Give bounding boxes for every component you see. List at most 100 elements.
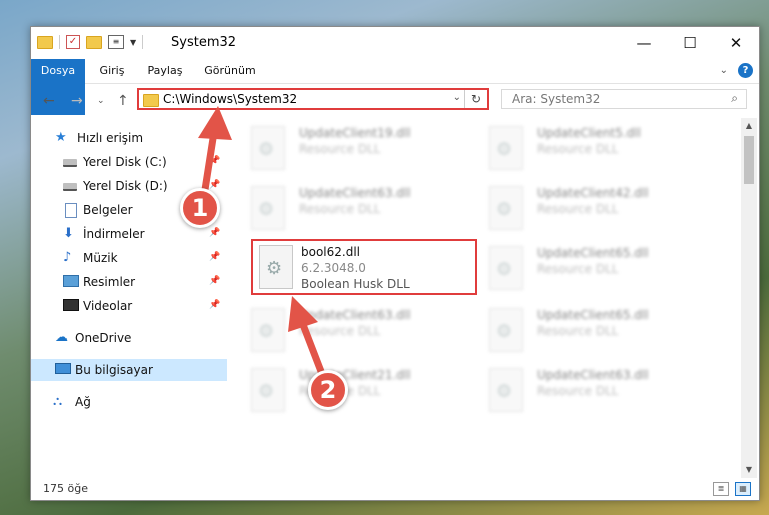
sidebar-item-label: İndirmeler — [83, 227, 145, 241]
ribbon-tabs: Dosya Giriş Paylaş Görünüm ⌄ ? — [31, 59, 759, 115]
sidebar-item-quick-access[interactable]: ★ Hızlı erişim — [31, 127, 227, 149]
address-path[interactable]: C:\Windows\System32 — [163, 92, 297, 106]
folder-icon[interactable] — [37, 35, 53, 49]
file-type: Resource DLL — [299, 142, 381, 156]
sidebar-item-label: Yerel Disk (C:) — [83, 155, 167, 169]
address-dropdown-icon[interactable]: ⌄ — [453, 92, 461, 103]
cloud-icon: ☁ — [55, 330, 68, 345]
callout-badge-2: 2 — [308, 370, 348, 410]
dll-file-icon: ⚙ — [489, 126, 523, 170]
explorer-window: ✓ ≡ ▼ System32 — ☐ ✕ Dosya Giriş Paylaş … — [30, 26, 760, 501]
list-item[interactable]: ⚙ UpdateClient65.dll Resource DLL — [475, 302, 695, 358]
pin-icon: 📌 — [209, 276, 221, 286]
file-type: Resource DLL — [537, 324, 619, 338]
list-item[interactable]: ⚙ UpdateClient63.dll Resource DLL — [237, 302, 457, 358]
back-arrow-icon[interactable]: ← — [43, 93, 55, 109]
sidebar-item-label: Belgeler — [83, 203, 133, 217]
disk-icon — [63, 183, 77, 191]
new-folder-icon[interactable] — [86, 35, 102, 49]
forward-arrow-icon[interactable]: → — [71, 93, 83, 109]
file-type: Resource DLL — [299, 202, 381, 216]
list-item[interactable]: ⚙ UpdateClient65.dll Resource DLL — [475, 240, 695, 296]
file-name: UpdateClient42.dll — [537, 186, 649, 200]
customize-toolbar-arrow-icon[interactable]: ▼ — [130, 38, 136, 47]
dll-file-icon: ⚙ — [489, 368, 523, 412]
quick-access-toolbar: ✓ ≡ ▼ — [37, 35, 144, 49]
folder-icon — [143, 94, 159, 107]
file-name: UpdateClient63.dll — [299, 186, 411, 200]
details-view-icon[interactable]: ≣ — [713, 482, 729, 496]
disk-icon — [63, 159, 77, 167]
download-icon: ⬇ — [63, 226, 74, 241]
star-icon: ★ — [55, 130, 67, 145]
sidebar-item-label: Hızlı erişim — [77, 131, 144, 145]
file-name: UpdateClient63.dll — [299, 308, 411, 322]
sidebar-item-this-pc[interactable]: Bu bilgisayar — [31, 359, 227, 381]
scroll-up-arrow-icon[interactable]: ▲ — [741, 118, 757, 134]
recent-locations-chevron-icon[interactable]: ⌄ — [97, 96, 105, 106]
sidebar-item-label: Videolar — [83, 299, 133, 313]
file-name: UpdateClient65.dll — [537, 308, 649, 322]
sidebar-item-label: OneDrive — [75, 331, 132, 345]
navigation-bar: ← → ⌄ ↑ C:\Windows\System32 ⌄ ↻ Ara: Sys… — [31, 84, 759, 118]
file-name: UpdateClient5.dll — [537, 126, 641, 140]
vertical-scrollbar[interactable]: ▲ ▼ — [741, 118, 757, 478]
sidebar-item-label: Resimler — [83, 275, 136, 289]
scrollbar-thumb[interactable] — [744, 136, 754, 184]
sidebar-item-onedrive[interactable]: ☁ OneDrive — [31, 327, 227, 349]
search-icon[interactable]: ⌕ — [731, 91, 738, 106]
sidebar-item-network[interactable]: ⛬ Ağ — [31, 391, 227, 413]
callout-badge-1: 1 — [180, 188, 220, 228]
file-type: Resource DLL — [537, 142, 619, 156]
sidebar-item-pictures[interactable]: Resimler 📌 — [31, 271, 227, 293]
rename-icon[interactable]: ≡ — [108, 35, 124, 49]
list-item[interactable]: ⚙ UpdateClient19.dll Resource DLL — [237, 120, 457, 176]
file-type: Resource DLL — [537, 262, 619, 276]
help-icon[interactable]: ? — [738, 63, 753, 78]
sidebar-item-local-disk-c[interactable]: Yerel Disk (C:) 📌 — [31, 151, 227, 173]
sidebar-item-music[interactable]: ♪ Müzik 📌 — [31, 247, 227, 269]
window-title: System32 — [171, 35, 237, 50]
expand-ribbon-chevron-icon[interactable]: ⌄ — [720, 65, 728, 76]
search-placeholder[interactable]: Ara: System32 — [512, 92, 600, 106]
dll-file-icon: ⚙ — [251, 368, 285, 412]
network-icon: ⛬ — [53, 394, 63, 409]
tab-home[interactable]: Giriş — [89, 59, 135, 83]
dll-file-icon: ⚙ — [489, 246, 523, 290]
highlighted-file-bool62[interactable]: ⚙ bool62.dll 6.2.3048.0 Boolean Husk DLL — [251, 239, 477, 295]
document-icon — [65, 203, 77, 218]
maximize-button[interactable]: ☐ — [667, 27, 713, 59]
sidebar-item-label: Ağ — [75, 395, 91, 409]
properties-check-icon[interactable]: ✓ — [66, 35, 80, 49]
pin-icon: 📌 — [209, 180, 221, 190]
file-type: Resource DLL — [537, 202, 619, 216]
dll-file-icon: ⚙ — [489, 186, 523, 230]
up-arrow-icon[interactable]: ↑ — [117, 93, 129, 109]
toolbar-separator — [59, 35, 60, 49]
refresh-icon[interactable]: ↻ — [464, 90, 487, 108]
file-type: Resource DLL — [299, 324, 381, 338]
sidebar-item-label: Yerel Disk (D:) — [83, 179, 168, 193]
dll-file-icon: ⚙ — [259, 245, 293, 289]
file-name: UpdateClient63.dll — [537, 368, 649, 382]
search-box[interactable]: Ara: System32 ⌕ — [501, 89, 747, 109]
toolbar-separator — [142, 35, 144, 49]
tab-share[interactable]: Paylaş — [139, 59, 191, 83]
list-item[interactable]: ⚙ UpdateClient63.dll Resource DLL — [237, 180, 457, 236]
dll-file-icon: ⚙ — [489, 308, 523, 352]
list-item[interactable]: ⚙ UpdateClient63.dll Resource DLL — [475, 362, 695, 418]
address-bar[interactable]: C:\Windows\System32 ⌄ ↻ — [137, 88, 489, 110]
list-item[interactable]: ⚙ UpdateClient5.dll Resource DLL — [475, 120, 695, 176]
title-bar: ✓ ≡ ▼ System32 — ☐ ✕ — [31, 27, 759, 59]
list-item[interactable]: ⚙ UpdateClient42.dll Resource DLL — [475, 180, 695, 236]
sidebar-item-videos[interactable]: Videolar 📌 — [31, 295, 227, 317]
pin-icon: 📌 — [209, 156, 221, 166]
pin-icon: 📌 — [209, 252, 221, 262]
close-button[interactable]: ✕ — [713, 27, 759, 59]
file-list: ⚙ UpdateClient19.dll Resource DLL ⚙ Upda… — [237, 118, 741, 473]
minimize-button[interactable]: — — [621, 27, 667, 59]
large-icons-view-icon[interactable]: ▦ — [735, 482, 751, 496]
tab-view[interactable]: Görünüm — [197, 59, 263, 83]
scroll-down-arrow-icon[interactable]: ▼ — [741, 462, 757, 478]
file-type: Resource DLL — [537, 384, 619, 398]
